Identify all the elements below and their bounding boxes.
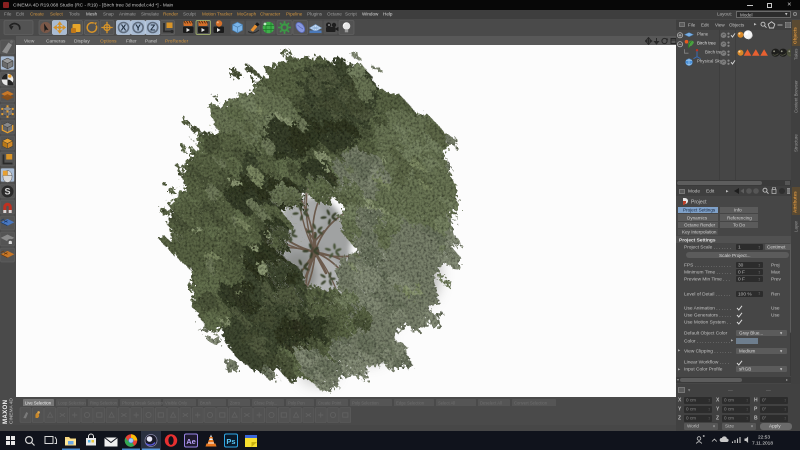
svg-text:Ae: Ae <box>186 437 196 446</box>
svg-text:X: X <box>121 22 127 32</box>
svg-text:Y: Y <box>135 22 141 32</box>
svg-text:Ps: Ps <box>226 437 235 446</box>
svg-text:Z: Z <box>150 22 155 32</box>
svg-text:S: S <box>4 187 10 197</box>
